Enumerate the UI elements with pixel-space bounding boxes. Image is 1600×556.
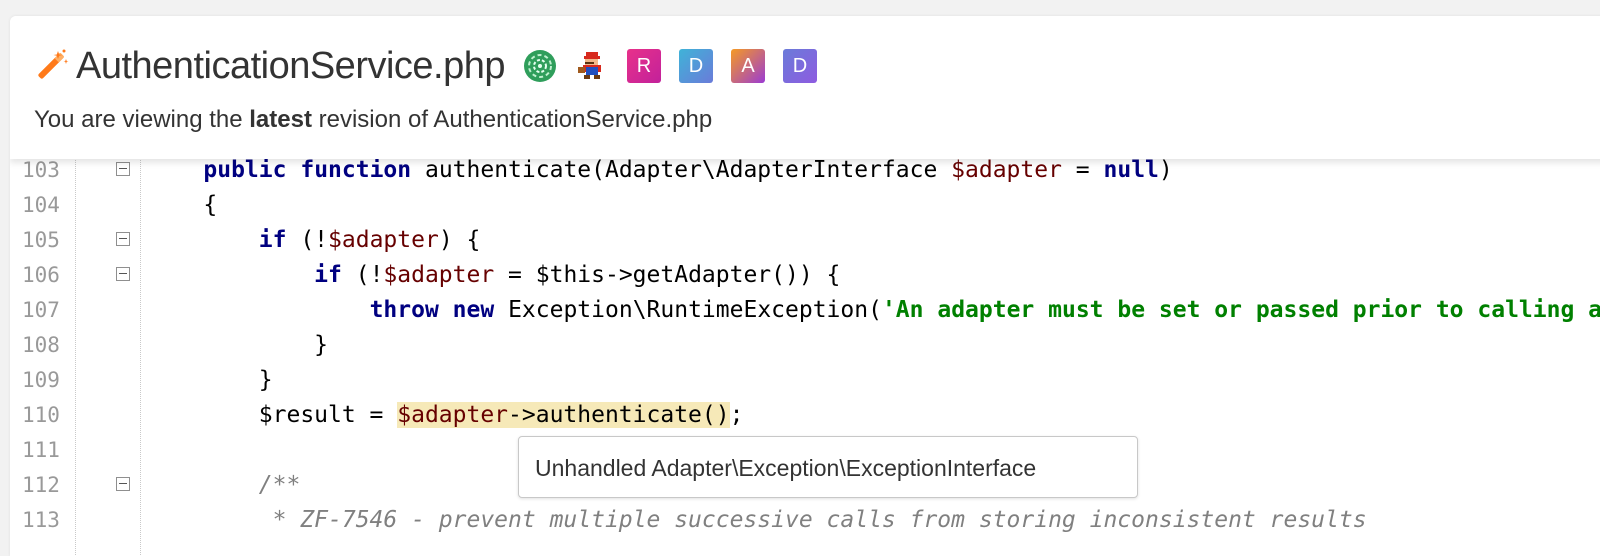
fold-toggle-icon[interactable] — [116, 477, 130, 491]
line-number: 110 — [22, 403, 60, 427]
line-number: 113 — [22, 508, 60, 532]
title-row: AuthenticationService.php R D A D — [32, 42, 835, 90]
inspection-tooltip: Unhandled Adapter\Exception\ExceptionInt… — [518, 436, 1138, 498]
code-text: throw new Exception\RuntimeException('An… — [369, 297, 1600, 323]
line-number: 105 — [22, 228, 60, 252]
avatar-r[interactable]: R — [627, 49, 662, 83]
file-title: AuthenticationService.php — [76, 44, 506, 87]
avatar-letter: R — [627, 49, 662, 83]
code-text: * ZF-7546 - prevent multiple successive … — [272, 507, 1367, 533]
mario-avatar[interactable] — [575, 49, 609, 83]
avatar-letter: D — [679, 49, 714, 83]
magic-wand-icon — [38, 49, 69, 79]
code-line: 109 } — [10, 363, 1600, 398]
avatar-letter: D — [783, 49, 818, 83]
avatar-d-2[interactable]: D — [783, 49, 818, 83]
code-text: } — [148, 332, 329, 358]
revision-notice-latest: latest — [249, 106, 312, 133]
code-text: { — [148, 192, 218, 218]
avatar-d[interactable]: D — [679, 49, 714, 83]
file-header: AuthenticationService.php R D A D You ar… — [10, 16, 1600, 159]
line-number: 104 — [22, 193, 60, 217]
code-text: } — [148, 367, 273, 393]
revision-notice-post: revision of AuthenticationService.php — [311, 106, 713, 133]
highlighted-expression[interactable]: $adapter->authenticate() — [397, 402, 730, 428]
code-text: /** — [258, 472, 301, 498]
line-number: 111 — [22, 438, 60, 462]
code-text: if (!$adapter = $this->getAdapter()) { — [314, 262, 841, 288]
fold-toggle-icon[interactable] — [116, 232, 130, 246]
green-swirl-avatar[interactable] — [523, 49, 557, 83]
line-number: 109 — [22, 368, 60, 392]
revision-notice-pre: You are viewing the — [34, 106, 250, 133]
code-line: 108 } — [10, 328, 1600, 363]
line-number: 112 — [22, 473, 60, 497]
code-line: 105 if (!$adapter) { — [10, 223, 1600, 258]
avatar-a[interactable]: A — [731, 49, 766, 83]
code-line: 110 $result = $adapter->authenticate(); — [10, 398, 1600, 433]
code-text: $result = $adapter->authenticate(); — [148, 402, 744, 428]
code-line: 104 { — [10, 188, 1600, 223]
code-text: if (!$adapter) { — [258, 227, 481, 253]
avatar-letter: A — [731, 49, 766, 83]
fold-toggle-icon[interactable] — [116, 267, 130, 281]
fold-toggle-icon[interactable] — [116, 162, 130, 176]
line-number: 108 — [22, 333, 60, 357]
code-line: 113 * ZF-7546 - prevent multiple success… — [10, 503, 1600, 538]
revision-notice: You are viewing the latest revision of A… — [34, 106, 712, 134]
code-line: 106 if (!$adapter = $this->getAdapter())… — [10, 258, 1600, 293]
line-number: 107 — [22, 298, 60, 322]
line-number: 106 — [22, 263, 60, 287]
code-line: 107 throw new Exception\RuntimeException… — [10, 293, 1600, 328]
